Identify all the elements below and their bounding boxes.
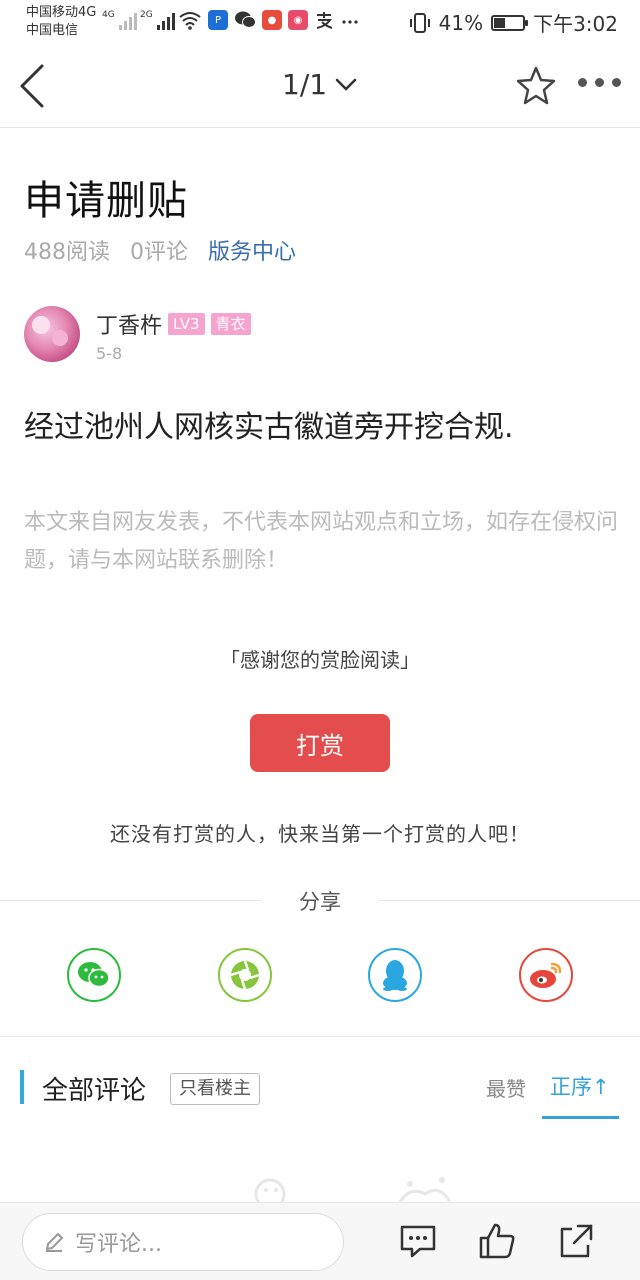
page-selector[interactable]: 1/1 <box>282 68 357 101</box>
clock: 下午3:02 <box>533 12 618 36</box>
app-p-icon: P <box>208 10 228 30</box>
bottom-action-bar: 写评论... <box>0 1202 640 1280</box>
post-title: 申请删贴 <box>24 178 188 224</box>
sort-ascending-tab[interactable]: 正序↑ <box>550 1071 610 1101</box>
weibo-icon <box>530 962 562 988</box>
status-bar: 中国移动4G 中国电信 4G 2G P ● ◉ 41% 下午3:02 <box>0 0 640 44</box>
carrier-labels: 中国移动4G 中国电信 <box>26 4 96 40</box>
post-content: 经过池州人网核实古徽道旁开挖合规. <box>24 410 514 445</box>
share-moments-button[interactable] <box>218 948 272 1002</box>
wechat-icon <box>78 962 110 988</box>
back-icon[interactable] <box>14 62 54 110</box>
more-menu-icon[interactable] <box>578 78 622 94</box>
battery-percent: 41% <box>438 10 484 35</box>
section-divider <box>0 1036 640 1037</box>
author-line: 丁香杵 LV3 青衣 <box>96 308 251 340</box>
author-name[interactable]: 丁香杵 <box>96 308 162 340</box>
level-badge: LV3 <box>168 313 205 335</box>
reward-button[interactable]: 打赏 <box>250 714 390 772</box>
wechat-notify-icon <box>235 11 256 28</box>
share-qq-button[interactable] <box>368 948 422 1002</box>
net-type-2: 2G <box>140 10 153 20</box>
no-reward-text: 还没有打赏的人，快来当第一个打赏的人吧！ <box>110 822 530 846</box>
comment-input[interactable]: 写评论... <box>22 1213 344 1271</box>
status-right: 41% 下午3:02 <box>409 8 618 37</box>
vibrate-icon <box>409 12 430 33</box>
moments-icon <box>230 960 260 990</box>
comments-icon[interactable] <box>398 1221 438 1261</box>
sort-most-liked-tab[interactable]: 最赞 <box>486 1073 526 1102</box>
comment-count: 0评论 <box>130 240 188 265</box>
notification-icons: P ● ◉ <box>178 10 360 30</box>
share-title: 分享 <box>299 890 341 914</box>
top-nav-bar: 1/1 <box>0 44 640 128</box>
carrier-2: 中国电信 <box>26 23 79 38</box>
carrier-1: 中国移动4G <box>26 5 97 20</box>
signal-1-icon: 4G <box>102 10 137 30</box>
read-count: 488阅读 <box>24 240 110 265</box>
alipay-icon <box>316 12 333 29</box>
wifi-icon <box>179 12 201 30</box>
post-date: 5-8 <box>96 344 123 363</box>
thanks-text: 「感谢您的赏脸阅读」 <box>220 648 420 672</box>
rank-badge: 青衣 <box>210 313 251 335</box>
section-marker <box>20 1070 24 1104</box>
share-icon[interactable] <box>556 1221 596 1261</box>
pencil-icon <box>46 1233 63 1252</box>
qq-icon <box>383 960 407 991</box>
net-type-1: 4G <box>102 10 115 20</box>
like-icon[interactable] <box>477 1221 517 1261</box>
comments-title: 全部评论 <box>42 1076 147 1106</box>
avatar[interactable] <box>24 306 80 362</box>
active-tab-indicator <box>542 1116 619 1119</box>
disclaimer-text: 本文来自网友发表，不代表本网站观点和立场，如存在侵权问题，请与本网站联系删除！ <box>24 510 619 573</box>
app-tejia-icon: ● <box>262 10 282 30</box>
board-link[interactable]: 版务中心 <box>208 234 296 266</box>
app-camera-icon: ◉ <box>288 10 308 30</box>
signal-2-icon: 2G <box>140 10 175 30</box>
post-meta: 488阅读 0评论 版务中心 <box>24 234 296 266</box>
comment-input-placeholder: 写评论... <box>75 1232 162 1257</box>
chevron-down-icon <box>335 78 357 91</box>
battery-icon <box>491 14 529 31</box>
more-notifications-icon <box>342 20 358 24</box>
page-indicator: 1/1 <box>282 68 328 101</box>
share-weibo-button[interactable] <box>519 948 573 1002</box>
favorite-star-icon[interactable] <box>514 64 558 108</box>
share-wechat-button[interactable] <box>67 948 121 1002</box>
only-host-button[interactable]: 只看楼主 <box>170 1073 260 1105</box>
